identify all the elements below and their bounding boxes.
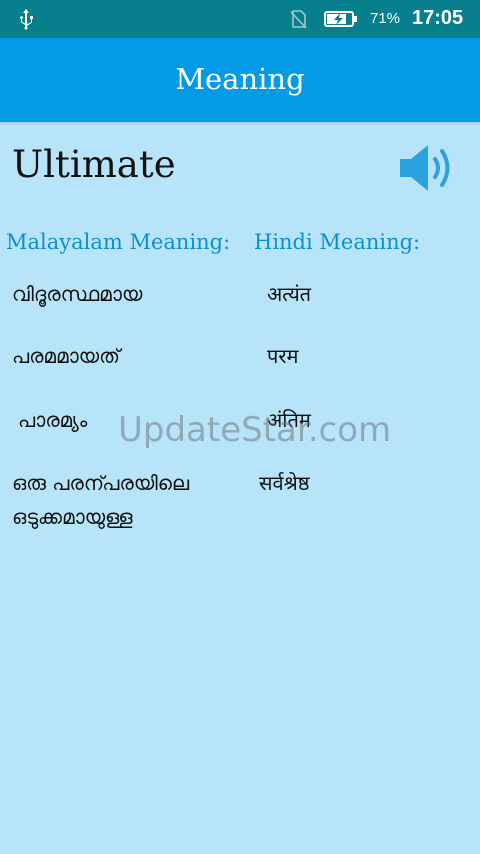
malayalam-meaning-2: പരമമായത് (12, 344, 120, 368)
app-bar: Meaning (0, 38, 480, 122)
status-bar: 71% 17:05 (0, 0, 480, 38)
battery-percent: 71% (370, 10, 401, 27)
hindi-meaning-4: सर्वश्रेष्ठ (259, 471, 310, 495)
battery-charging-icon (324, 11, 357, 27)
hindi-meaning-header: Hindi Meaning: (254, 230, 421, 254)
speaker-icon[interactable] (398, 141, 458, 195)
malayalam-meaning-4: ഒരു പരന്പരയിലെ (12, 471, 190, 495)
hindi-meaning-1: अत्यंत (267, 282, 312, 306)
status-clock: 17:05 (412, 7, 464, 29)
no-sim-icon (290, 10, 307, 29)
malayalam-meaning-1: വിദൂരസ്ഥമായ (12, 282, 143, 306)
malayalam-meaning-header: Malayalam Meaning: (6, 230, 231, 254)
malayalam-meaning-4-cont: ഒടുക്കമായുള്ള (12, 505, 133, 529)
hindi-meaning-2: परम (267, 344, 299, 368)
usb-icon (20, 9, 33, 30)
page-title: Meaning (175, 62, 305, 96)
word-title: Ultimate (12, 143, 176, 186)
malayalam-meaning-3: പാരമ്യം (18, 408, 88, 432)
watermark: UpdateStar.com (118, 410, 392, 450)
